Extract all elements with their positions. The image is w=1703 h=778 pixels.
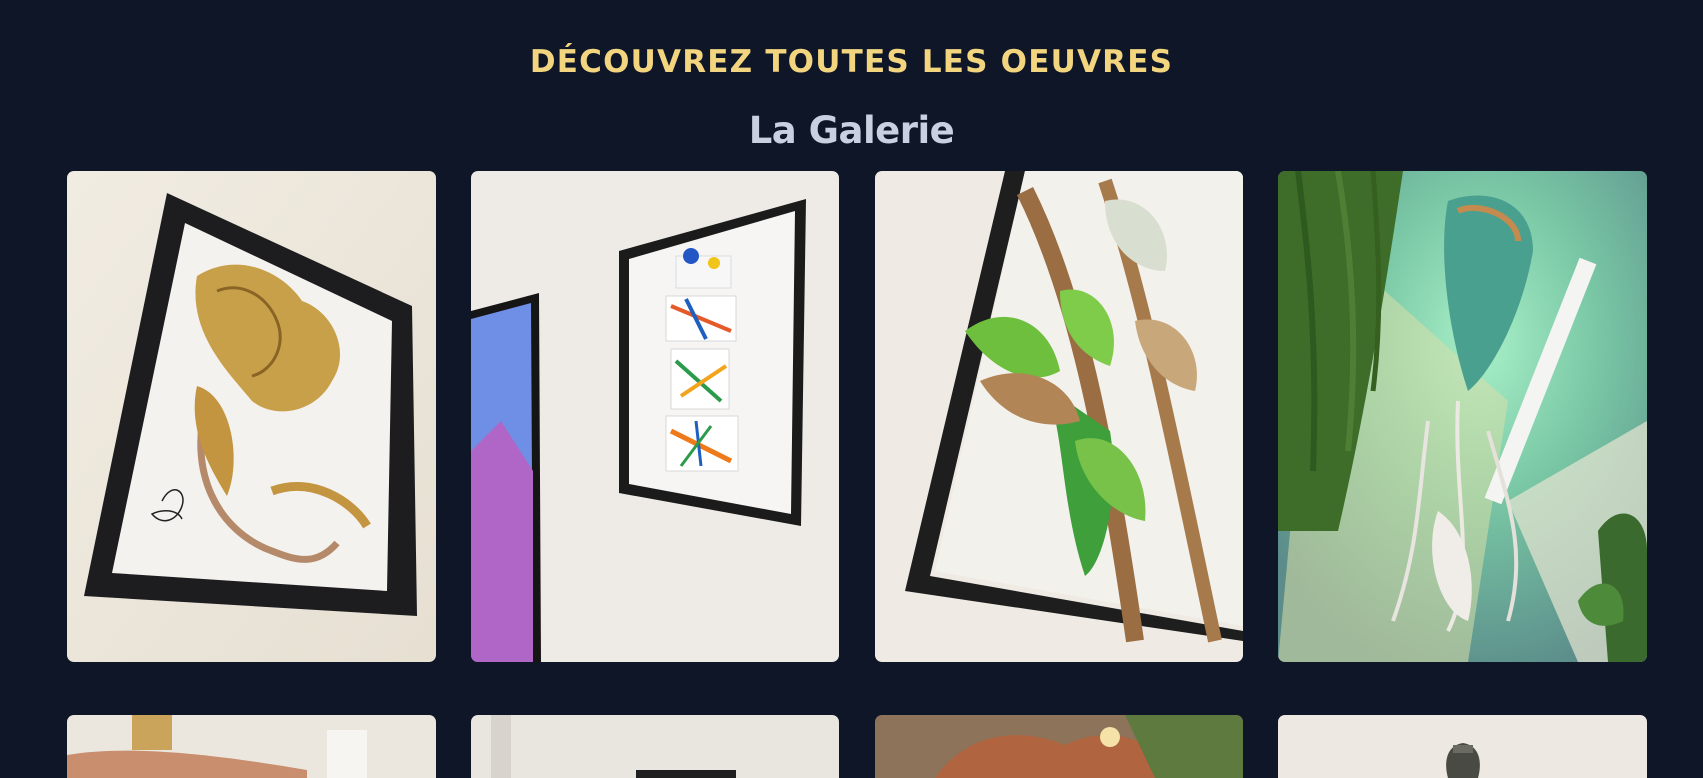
- gallery-artwork-4[interactable]: [1278, 171, 1647, 662]
- section-eyebrow: DÉCOUVREZ TOUTES LES OEUVRES: [529, 44, 1174, 80]
- gallery-artwork-5[interactable]: [67, 715, 436, 778]
- gallery-artwork-8[interactable]: [1278, 715, 1647, 778]
- section-title: La Galerie: [748, 109, 955, 152]
- gallery-artwork-1[interactable]: [67, 171, 436, 662]
- gallery-artwork-6[interactable]: [471, 715, 839, 778]
- gallery-artwork-7[interactable]: [875, 715, 1243, 778]
- gallery-artwork-3[interactable]: [875, 171, 1243, 662]
- gallery-artwork-2[interactable]: [471, 171, 839, 662]
